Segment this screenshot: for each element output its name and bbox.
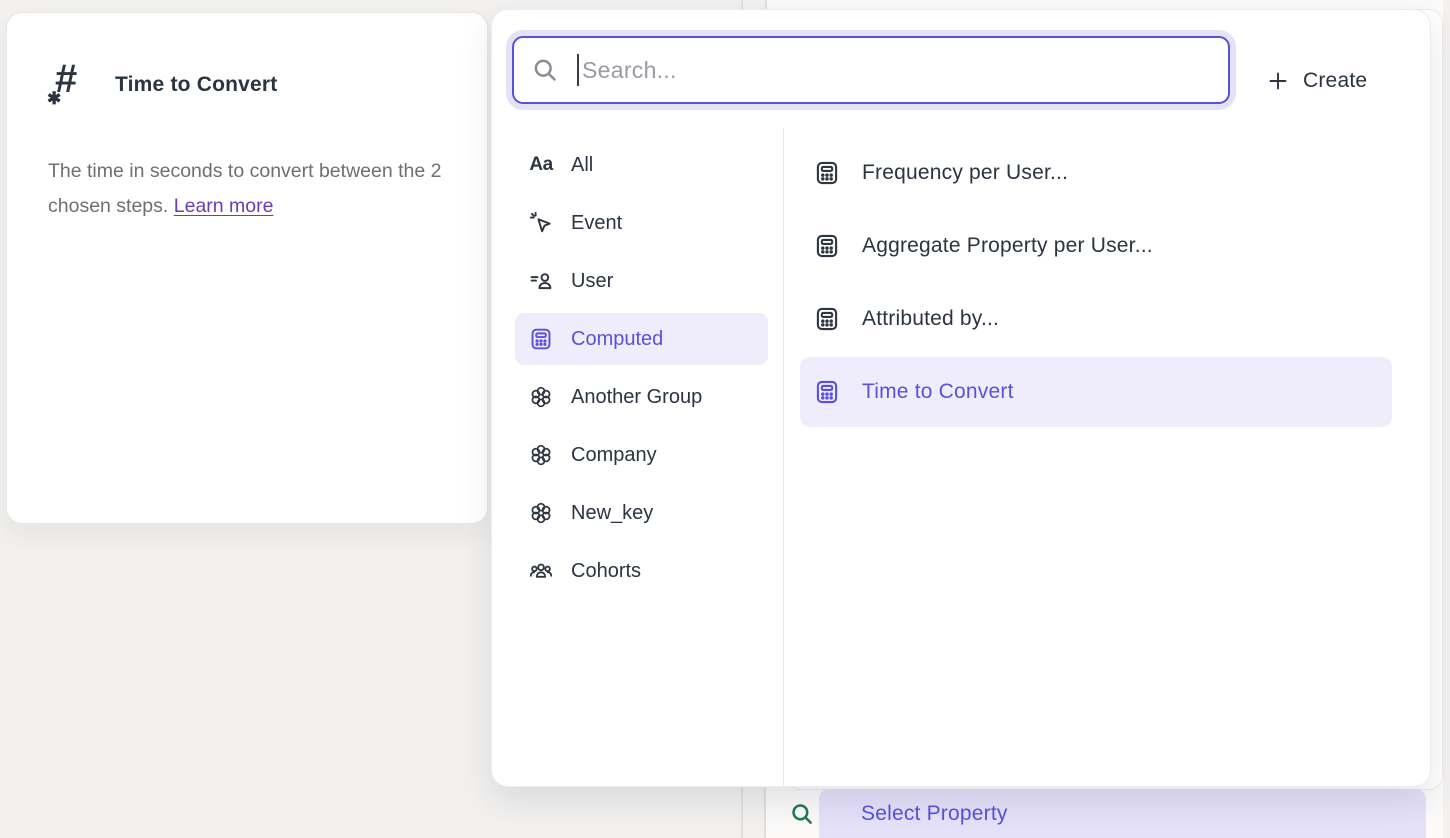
- tooltip-title: Time to Convert: [115, 73, 277, 97]
- select-property-search-icon: [789, 801, 815, 827]
- text-caret: [577, 54, 579, 86]
- create-button[interactable]: Create: [1266, 58, 1367, 104]
- select-property-label: Select Property: [861, 802, 1008, 826]
- background-divider: [741, 788, 743, 838]
- category-event[interactable]: Event: [515, 197, 768, 249]
- tooltip-description: The time in seconds to convert between t…: [48, 154, 448, 224]
- calculator-icon: [813, 305, 841, 333]
- group-flower-icon: [528, 500, 554, 526]
- result-list: Frequency per User... Aggregate Property …: [800, 138, 1392, 427]
- category-label: Cohorts: [571, 560, 641, 583]
- search-placeholder: Search...: [582, 57, 677, 84]
- category-new-key[interactable]: New_key: [515, 487, 768, 539]
- result-label: Attributed by...: [862, 307, 999, 331]
- result-attributed-by[interactable]: Attributed by...: [800, 284, 1392, 354]
- group-flower-icon: [528, 442, 554, 468]
- property-tooltip-card: # ✱ Time to Convert The time in seconds …: [6, 12, 488, 524]
- result-aggregate-property-per-user[interactable]: Aggregate Property per User...: [800, 211, 1392, 281]
- category-label: All: [571, 154, 593, 177]
- text-aa-icon: Aa: [528, 152, 554, 178]
- user-list-icon: [528, 268, 554, 294]
- category-label: Event: [571, 212, 622, 235]
- category-cohorts[interactable]: Cohorts: [515, 545, 768, 597]
- calculator-icon: [813, 159, 841, 187]
- category-label: User: [571, 270, 613, 293]
- learn-more-link[interactable]: Learn more: [174, 195, 274, 217]
- cohorts-icon: [528, 558, 554, 584]
- category-label: New_key: [571, 502, 653, 525]
- category-another-group[interactable]: Another Group: [515, 371, 768, 423]
- result-label: Aggregate Property per User...: [862, 234, 1153, 258]
- category-label: Company: [571, 444, 657, 467]
- category-user[interactable]: User: [515, 255, 768, 307]
- calculator-icon: [813, 232, 841, 260]
- result-frequency-per-user[interactable]: Frequency per User...: [800, 138, 1392, 208]
- property-picker-dropdown: Search... Create AaAllEventUserComputedA…: [492, 10, 1430, 786]
- search-input[interactable]: Search...: [512, 36, 1230, 104]
- result-label: Time to Convert: [862, 380, 1014, 404]
- category-computed[interactable]: Computed: [515, 313, 768, 365]
- result-label: Frequency per User...: [862, 161, 1068, 185]
- search-icon: [531, 56, 559, 84]
- category-all[interactable]: Aa All: [515, 139, 768, 191]
- plus-icon: [1266, 69, 1290, 93]
- cursor-click-icon: [528, 210, 554, 236]
- column-divider: [783, 128, 784, 786]
- select-property-field[interactable]: Select Property: [819, 789, 1426, 838]
- numeric-property-icon: # ✱: [47, 57, 95, 109]
- create-button-label: Create: [1303, 69, 1367, 93]
- category-label: Computed: [571, 328, 663, 351]
- background-divider: [764, 788, 766, 838]
- category-company[interactable]: Company: [515, 429, 768, 481]
- calculator-icon: [813, 378, 841, 406]
- category-list: Aa All Event User Computed Another Group Compa…: [515, 139, 768, 597]
- calculator-icon: [528, 326, 554, 352]
- result-time-to-convert[interactable]: Time to Convert: [800, 357, 1392, 427]
- group-flower-icon: [528, 384, 554, 410]
- category-label: Another Group: [571, 386, 702, 409]
